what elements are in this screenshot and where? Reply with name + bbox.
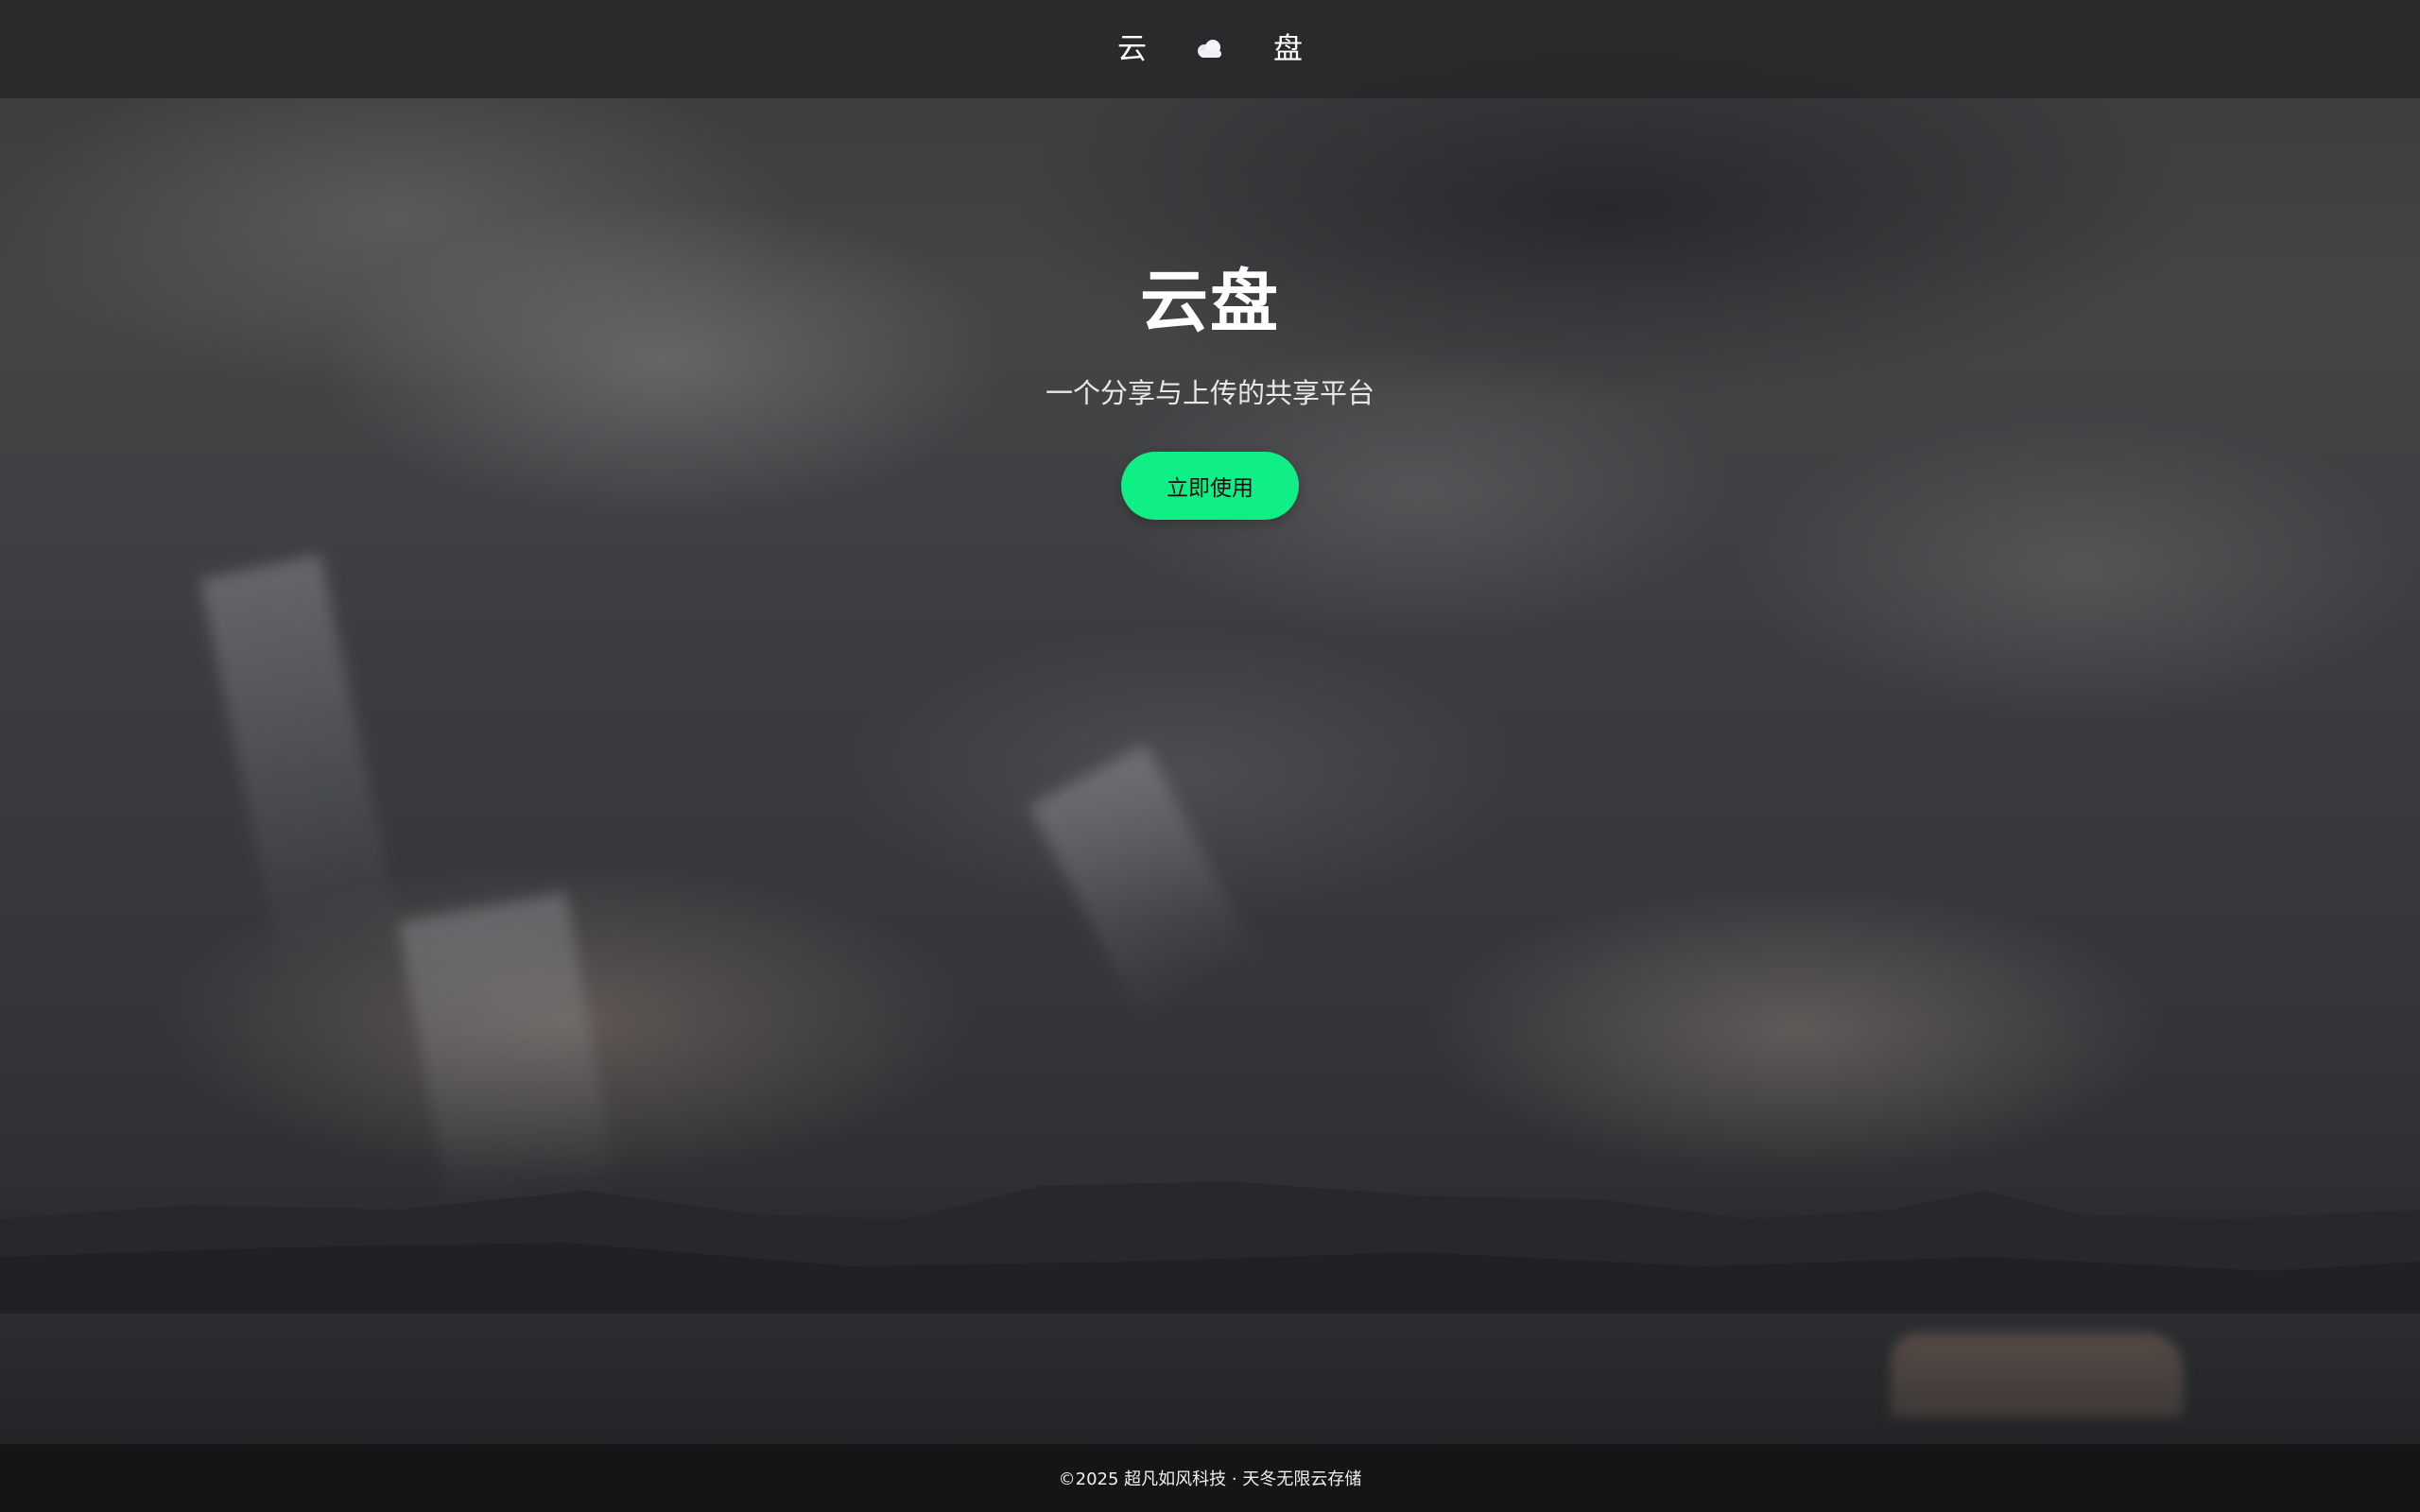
- stormy-sky-background: [0, 0, 2420, 1512]
- landing-page: 云 盘 云盘 一个分享与上传的共享平台 立即使用 ©2025 超凡如风科技 · …: [0, 0, 2420, 1512]
- hero-title: 云盘: [1139, 262, 1280, 341]
- fortress-silhouette: [1891, 1332, 2184, 1418]
- hero-section: 云盘 一个分享与上传的共享平台 立即使用: [0, 262, 2420, 520]
- start-now-button[interactable]: 立即使用: [1121, 451, 1299, 520]
- light-ray: [199, 554, 403, 969]
- mountain-silhouette: [0, 1181, 2420, 1323]
- page-footer: ©2025 超凡如风科技 · 天冬无限云存储: [0, 1444, 2420, 1512]
- footer-copyright: ©2025 超凡如风科技 · 天冬无限云存储: [1058, 1469, 1362, 1489]
- header-char-right: 盘: [1273, 31, 1303, 66]
- header-char-left: 云: [1117, 31, 1147, 66]
- light-ray: [1028, 744, 1261, 1023]
- hero-subtitle: 一个分享与上传的共享平台: [1045, 377, 1374, 410]
- top-header: 云 盘: [0, 0, 2420, 98]
- cloud-icon: [1198, 40, 1221, 58]
